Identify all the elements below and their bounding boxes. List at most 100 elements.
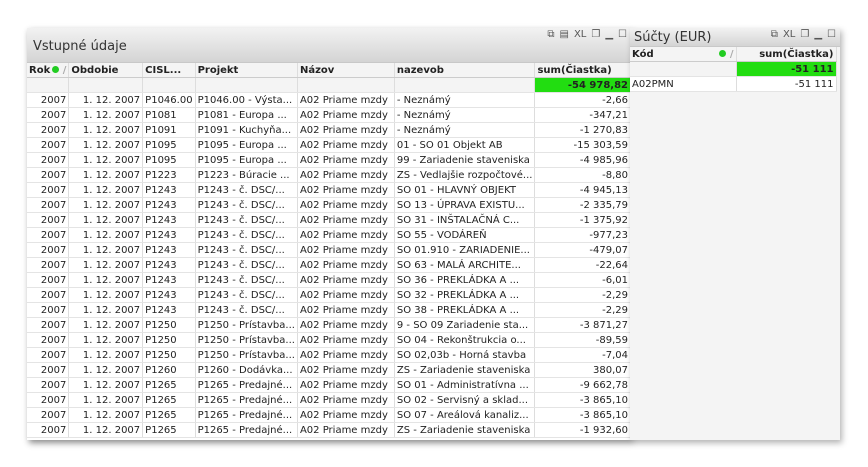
sum-cell: -2,66 bbox=[534, 92, 631, 108]
xl-export-icon[interactable]: XL bbox=[574, 29, 586, 40]
copy-icon[interactable]: ⧉ bbox=[771, 29, 778, 40]
cisl-cell: P1091 bbox=[142, 122, 196, 138]
column-header-nazov[interactable]: Názov bbox=[297, 63, 395, 78]
table-row[interactable]: 2007 1. 12. 2007 P1243 P1243 - č. DSC/... A0… bbox=[27, 182, 631, 198]
obdobie-cell: 1. 12. 2007 bbox=[68, 167, 144, 183]
column-header-kod[interactable]: Kód / bbox=[630, 47, 737, 62]
vstupne-udaje-panel: Vstupné údaje ⧉ ▤ XL ❐ ▁ ☐ Rok / Obdobie… bbox=[27, 28, 631, 440]
obdobie-cell: 1. 12. 2007 bbox=[68, 152, 144, 168]
rok-cell: 2007 bbox=[27, 257, 70, 273]
table-row[interactable]: 2007 1. 12. 2007 P1046.00 P1046.00 - Výsta.… bbox=[27, 92, 631, 108]
table-row[interactable]: 2007 1. 12. 2007 P1243 P1243 - č. DSC/... A0… bbox=[27, 302, 631, 318]
kod-cell: A02PMN bbox=[630, 76, 737, 92]
table-row[interactable]: 2007 1. 12. 2007 P1260 P1260 - Dodávka... A0… bbox=[27, 362, 631, 378]
maximize-icon[interactable]: ☐ bbox=[618, 29, 627, 40]
sum-cell: -3 865,10 bbox=[534, 392, 631, 408]
copy-icon[interactable]: ⧉ bbox=[547, 29, 554, 40]
rok-cell: 2007 bbox=[27, 107, 70, 123]
obdobie-cell: 1. 12. 2007 bbox=[68, 287, 144, 303]
projekt-cell: P1250 - Prístavba... bbox=[195, 347, 298, 363]
obdobie-cell: 1. 12. 2007 bbox=[68, 182, 144, 198]
column-header-rok[interactable]: Rok / bbox=[27, 63, 70, 78]
table-row[interactable]: 2007 1. 12. 2007 P1243 P1243 - č. DSC/... A0… bbox=[27, 197, 631, 213]
sum-cell: -9 662,78 bbox=[534, 377, 631, 393]
xl-export-icon[interactable]: XL bbox=[783, 29, 795, 40]
sum-cell: -15 303,59 bbox=[534, 137, 631, 153]
column-header-cisl[interactable]: CISL... bbox=[142, 63, 196, 78]
cisl-cell: P1243 bbox=[142, 212, 196, 228]
table-row[interactable]: 2007 1. 12. 2007 P1250 P1250 - Prístavba...… bbox=[27, 317, 631, 333]
projekt-cell: P1265 - Predajné... bbox=[195, 407, 298, 423]
projekt-cell: P1046.00 - Výsta... bbox=[195, 92, 298, 108]
nazov-cell: A02 Priame mzdy bbox=[297, 332, 395, 348]
nazov-cell: A02 Priame mzdy bbox=[297, 182, 395, 198]
table-row[interactable]: 2007 1. 12. 2007 P1081 P1081 - Europa ... A0… bbox=[27, 107, 631, 123]
table-row[interactable]: 2007 1. 12. 2007 P1243 P1243 - č. DSC/... A0… bbox=[27, 242, 631, 258]
panel-title: Súčty (EUR) bbox=[634, 30, 712, 45]
column-header-nazevob[interactable]: nazevob bbox=[394, 63, 536, 78]
minimize-icon[interactable]: ▁ bbox=[605, 29, 613, 40]
obdobie-cell: 1. 12. 2007 bbox=[68, 137, 144, 153]
nazov-cell: A02 Priame mzdy bbox=[297, 227, 395, 243]
obdobie-cell: 1. 12. 2007 bbox=[68, 362, 144, 378]
rok-cell: 2007 bbox=[27, 362, 70, 378]
panel-caption[interactable]: Vstupné údaje ⧉ ▤ XL ❐ ▁ ☐ bbox=[27, 28, 631, 63]
cisl-cell: P1223 bbox=[142, 167, 196, 183]
nazevob-cell: SO 38 - PREKLÁDKA A ... bbox=[394, 302, 536, 318]
column-header-obdobie[interactable]: Obdobie bbox=[68, 63, 144, 78]
sum-cell: -1 375,92 bbox=[534, 212, 631, 228]
table-row[interactable]: 2007 1. 12. 2007 P1265 P1265 - Predajné... A… bbox=[27, 422, 631, 438]
minimize-icon[interactable]: ▁ bbox=[814, 29, 822, 40]
nazov-cell: A02 Priame mzdy bbox=[297, 137, 395, 153]
table-row[interactable]: 2007 1. 12. 2007 P1095 P1095 - Europa ... A0… bbox=[27, 152, 631, 168]
table-row[interactable]: 2007 1. 12. 2007 P1091 P1091 - Kuchyňa... A0… bbox=[27, 122, 631, 138]
rok-cell: 2007 bbox=[27, 197, 70, 213]
nazov-cell: A02 Priame mzdy bbox=[297, 407, 395, 423]
sum-cell: -6,01 bbox=[534, 272, 631, 288]
table-row[interactable]: 2007 1. 12. 2007 P1250 P1250 - Prístavba...… bbox=[27, 347, 631, 363]
column-header-sum[interactable]: sum(Čiastka) bbox=[534, 63, 631, 78]
rok-cell: 2007 bbox=[27, 242, 70, 258]
projekt-cell: P1243 - č. DSC/... bbox=[195, 182, 298, 198]
nazevob-cell: ZS - Zariadenie staveniska bbox=[394, 362, 536, 378]
table-row[interactable]: 2007 1. 12. 2007 P1265 P1265 - Predajné... A… bbox=[27, 392, 631, 408]
projekt-cell: P1265 - Predajné... bbox=[195, 392, 298, 408]
table-row[interactable]: 2007 1. 12. 2007 P1095 P1095 - Europa ... A0… bbox=[27, 137, 631, 153]
sum-cell: -4 945,13 bbox=[534, 182, 631, 198]
maximize-icon[interactable]: ☐ bbox=[827, 29, 836, 40]
sum-cell: -2,29 bbox=[534, 287, 631, 303]
table-row[interactable]: 2007 1. 12. 2007 P1250 P1250 - Prístavba...… bbox=[27, 332, 631, 348]
column-header-projekt[interactable]: Projekt bbox=[195, 63, 298, 78]
nazevob-cell: SO 02,03b - Horná stavba bbox=[394, 347, 536, 363]
nazevob-cell: - Neznámý bbox=[394, 122, 536, 138]
projekt-cell: P1095 - Europa ... bbox=[195, 137, 298, 153]
rok-cell: 2007 bbox=[27, 347, 70, 363]
table-row[interactable]: A02PMN -51 111 bbox=[630, 76, 837, 92]
obdobie-cell: 1. 12. 2007 bbox=[68, 212, 144, 228]
clone-icon[interactable]: ❐ bbox=[800, 29, 809, 40]
rok-cell: 2007 bbox=[27, 332, 70, 348]
table-row[interactable]: 2007 1. 12. 2007 P1265 P1265 - Predajné... A… bbox=[27, 407, 631, 423]
table-row[interactable]: 2007 1. 12. 2007 P1265 P1265 - Predajné... A… bbox=[27, 377, 631, 393]
table-row[interactable]: 2007 1. 12. 2007 P1243 P1243 - č. DSC/... A0… bbox=[27, 227, 631, 243]
print-icon[interactable]: ▤ bbox=[559, 29, 568, 40]
panel-title: Vstupné údaje bbox=[33, 39, 127, 54]
nazevob-cell: SO 31 - INŠTALAČNÁ C... bbox=[394, 212, 536, 228]
rok-cell: 2007 bbox=[27, 377, 70, 393]
table-row[interactable]: 2007 1. 12. 2007 P1243 P1243 - č. DSC/... A0… bbox=[27, 287, 631, 303]
obdobie-cell: 1. 12. 2007 bbox=[68, 197, 144, 213]
obdobie-cell: 1. 12. 2007 bbox=[68, 242, 144, 258]
table-row[interactable]: 2007 1. 12. 2007 P1243 P1243 - č. DSC/... A0… bbox=[27, 272, 631, 288]
projekt-cell: P1243 - č. DSC/... bbox=[195, 197, 298, 213]
column-header-sum[interactable]: sum(Čiastka) bbox=[736, 47, 837, 62]
table-row[interactable]: 2007 1. 12. 2007 P1243 P1243 - č. DSC/... A0… bbox=[27, 212, 631, 228]
nazov-cell: A02 Priame mzdy bbox=[297, 392, 395, 408]
projekt-cell: P1091 - Kuchyňa... bbox=[195, 122, 298, 138]
clone-icon[interactable]: ❐ bbox=[591, 29, 600, 40]
obdobie-cell: 1. 12. 2007 bbox=[68, 347, 144, 363]
nazov-cell: A02 Priame mzdy bbox=[297, 317, 395, 333]
projekt-cell: P1223 - Búracie ... bbox=[195, 167, 298, 183]
table-row[interactable]: 2007 1. 12. 2007 P1223 P1223 - Búracie ... A… bbox=[27, 167, 631, 183]
panel-caption[interactable]: Súčty (EUR) ⧉ XL ❐ ▁ ☐ bbox=[630, 28, 840, 47]
table-row[interactable]: 2007 1. 12. 2007 P1243 P1243 - č. DSC/... A0… bbox=[27, 257, 631, 273]
